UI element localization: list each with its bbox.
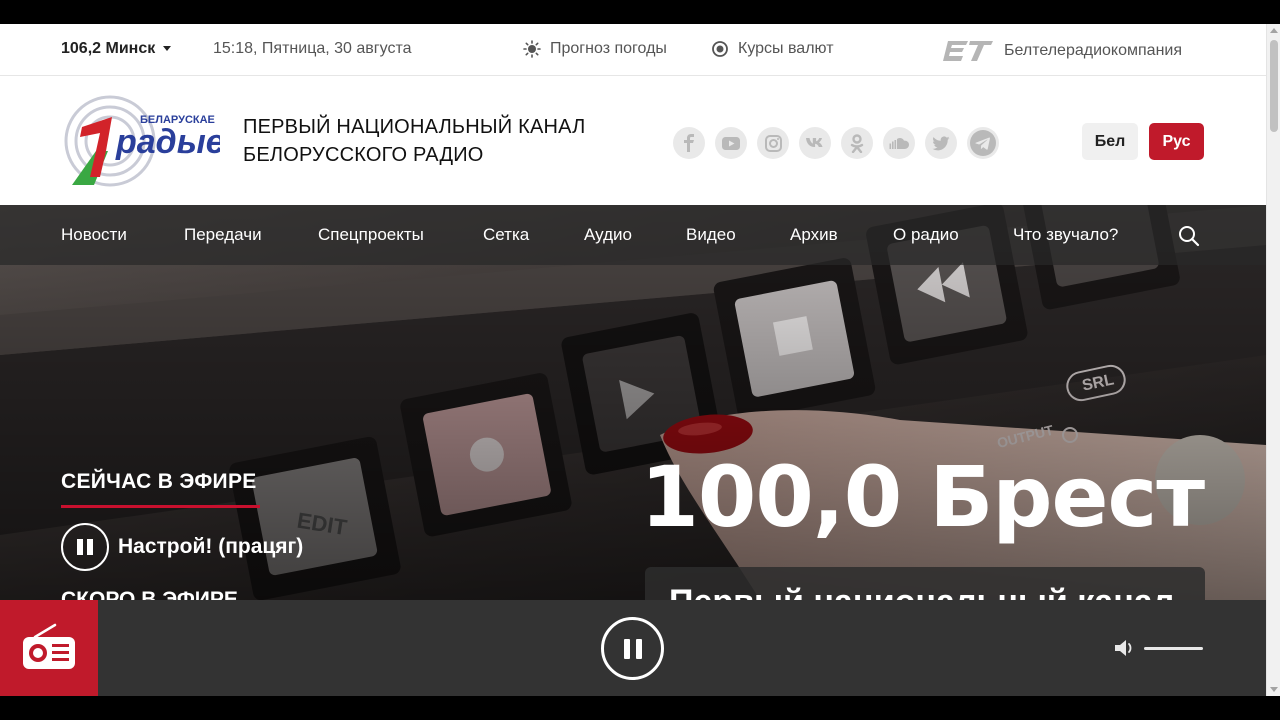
lang-rus-button[interactable]: Рус xyxy=(1149,123,1204,160)
odnoklassniki-icon[interactable] xyxy=(841,127,873,159)
lang-bel-button[interactable]: Бел xyxy=(1082,123,1138,160)
nav-item-schedule[interactable]: Сетка xyxy=(483,225,529,245)
on-air-heading: СЕЙЧАС В ЭФИРЕ xyxy=(61,470,257,493)
city-label: 106,2 Минск xyxy=(61,40,156,57)
nav-item-what-played[interactable]: Что звучало? xyxy=(1013,225,1118,245)
scroll-down-arrow-icon[interactable] xyxy=(1270,687,1278,692)
telegram-icon[interactable] xyxy=(967,127,999,159)
scrollbar-thumb[interactable] xyxy=(1270,40,1278,132)
nav-item-news[interactable]: Новости xyxy=(61,225,127,245)
belteleradio-label: Белтелерадиокомпания xyxy=(1004,42,1182,60)
social-links xyxy=(673,127,999,159)
scroll-up-arrow-icon[interactable] xyxy=(1270,28,1278,33)
hero-banner: EDIT xyxy=(0,205,1266,600)
weather-link[interactable]: Прогноз погоды xyxy=(523,40,667,58)
volume-slider[interactable] xyxy=(1144,647,1203,650)
chevron-down-icon xyxy=(163,46,172,52)
station-title: ПЕРВЫЙ НАЦИОНАЛЬНЫЙ КАНАЛ БЕЛОРУССКОГО Р… xyxy=(243,113,585,169)
page-scrollbar[interactable] xyxy=(1266,24,1280,696)
top-bar: 106,2 Минск 15:18, Пятница, 30 августа П… xyxy=(0,24,1266,76)
audio-player xyxy=(0,600,1266,696)
station-title-line2: БЕЛОРУССКОГО РАДИО xyxy=(243,144,484,166)
coin-icon xyxy=(712,41,728,57)
date-time: 15:18, Пятница, 30 августа xyxy=(213,40,412,57)
search-icon[interactable] xyxy=(1178,225,1200,247)
nav-item-special-projects[interactable]: Спецпроекты xyxy=(318,225,424,245)
volume-icon[interactable] xyxy=(1114,638,1136,658)
nav-item-video[interactable]: Видео xyxy=(686,225,736,245)
belarusian-radio-logo[interactable]: БЕЛАРУСКАЕ радые xyxy=(60,95,220,187)
currency-link[interactable]: Курсы валют xyxy=(711,40,834,58)
player-pause-button[interactable] xyxy=(601,617,664,680)
soundcloud-icon[interactable] xyxy=(883,127,915,159)
site-header: БЕЛАРУСКАЕ радые ПЕРВЫЙ НАЦИОНАЛЬНЫЙ КАН… xyxy=(0,77,1266,205)
belteleradio-link[interactable]: Белтелерадиокомпания xyxy=(942,40,1182,62)
browser-viewport: 106,2 Минск 15:18, Пятница, 30 августа П… xyxy=(0,24,1280,696)
on-air-underline xyxy=(61,505,260,508)
channel-name: Первый национальный канал xyxy=(669,583,1174,600)
frequency-title: 100,0 Брест xyxy=(640,448,1205,546)
program-pause-button[interactable] xyxy=(61,523,109,571)
nav-item-audio[interactable]: Аудио xyxy=(584,225,632,245)
currency-label: Курсы валют xyxy=(738,40,834,58)
main-nav: Новости Передачи Спецпроекты Сетка Аудио… xyxy=(0,205,1266,265)
radio-button[interactable] xyxy=(0,600,98,696)
current-program: Настрой! (працяг) xyxy=(61,523,303,571)
belteleradio-logo-icon xyxy=(943,41,993,61)
program-title: Настрой! (працяг) xyxy=(118,535,304,558)
instagram-icon[interactable] xyxy=(757,127,789,159)
nav-item-programs[interactable]: Передачи xyxy=(184,225,262,245)
weather-label: Прогноз погоды xyxy=(550,40,667,58)
twitter-icon[interactable] xyxy=(925,127,957,159)
svg-text:радые: радые xyxy=(115,123,220,161)
nav-item-about[interactable]: О радио xyxy=(893,225,959,245)
channel-name-box: Первый национальный канал xyxy=(645,567,1205,600)
vk-icon[interactable] xyxy=(799,127,831,159)
station-title-line1: ПЕРВЫЙ НАЦИОНАЛЬНЫЙ КАНАЛ xyxy=(243,116,586,138)
radio-icon xyxy=(23,623,75,669)
soon-on-air-heading: СКОРО В ЭФИРЕ xyxy=(61,588,238,600)
youtube-icon[interactable] xyxy=(715,127,747,159)
city-selector[interactable]: 106,2 Минск xyxy=(61,40,172,58)
facebook-icon[interactable] xyxy=(673,127,705,159)
sun-icon xyxy=(523,40,541,58)
nav-item-archive[interactable]: Архив xyxy=(790,225,838,245)
